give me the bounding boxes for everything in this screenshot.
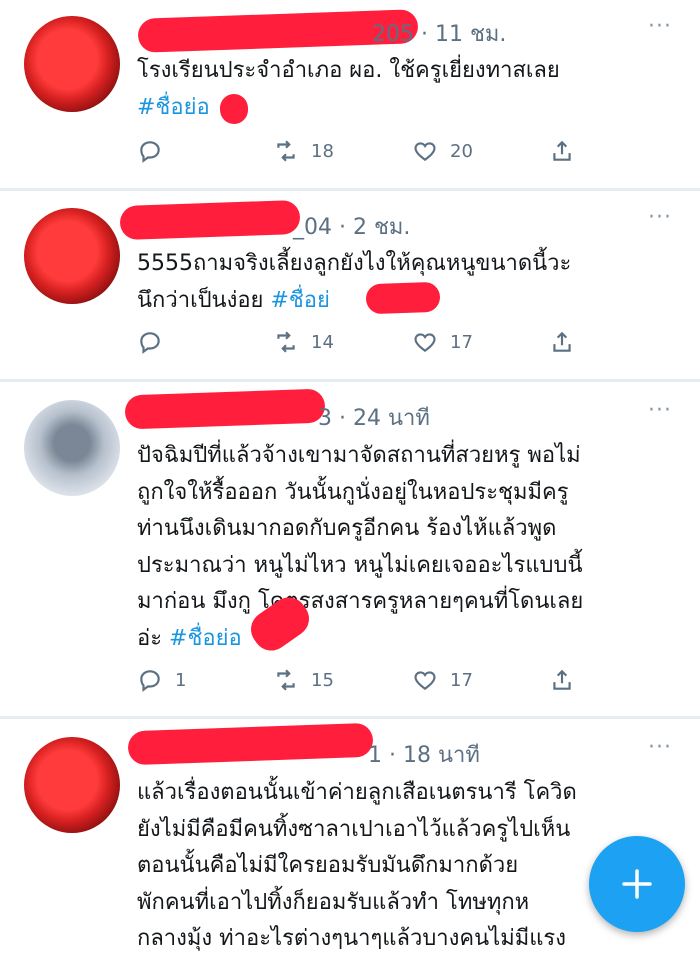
like-count: 17 [450,331,473,353]
like-button[interactable]: 17 [412,329,473,355]
avatar[interactable] [24,16,120,112]
retweet-icon [277,331,295,353]
retweet-icon [277,669,295,691]
retweet-button[interactable]: 18 [273,138,334,164]
reply-button[interactable] [137,138,175,164]
avatar[interactable] [24,737,120,833]
reply-count: 1 [175,669,187,691]
tweet-2[interactable]: _04 · 2 ชม. ··· 5555ถามจริงเลี้ยงลูกยังไ… [0,191,700,379]
like-count: 20 [450,140,473,162]
tweet-meta: 1 · 18 นาที [368,743,480,768]
tweet-actions: 14 17 [137,329,597,359]
compose-tweet-button[interactable] [589,836,685,932]
retweet-count: 18 [311,140,334,162]
hashtag-link[interactable]: #ชื่อย่ [270,288,329,313]
reply-button[interactable] [137,329,175,355]
tweet-actions: 1 15 17 [137,667,597,697]
tweet-text: โรงเรียนประจำอำเภอ ผอ. ใช้ครูเยี่ยงทาสเล… [137,58,560,120]
avatar[interactable] [24,208,120,304]
like-button[interactable]: 20 [412,138,473,164]
hashtag-link[interactable]: #ชื่อย่อ [137,95,210,120]
tweet-meta: 205 · 11 ชม. [372,22,507,47]
heart-icon [414,333,436,352]
reply-icon [140,670,160,692]
share-icon [553,140,571,161]
redaction-mark [127,722,374,766]
avatar[interactable] [24,400,120,496]
retweet-button[interactable]: 14 [273,329,334,355]
retweet-button[interactable]: 15 [273,667,334,693]
more-options-icon[interactable]: ··· [648,398,672,423]
reply-button[interactable]: 1 [137,667,186,693]
tweet-actions: 18 20 [137,138,597,168]
retweet-count: 14 [311,331,334,353]
tweet-1[interactable]: 205 · 11 ชม. ··· โรงเรียนประจำอำเภอ ผอ. … [0,0,700,188]
like-count: 17 [450,669,473,691]
share-button[interactable] [549,329,575,355]
share-icon [553,669,571,690]
tweet-4[interactable]: 1 · 18 นาที ··· แล้วเรื่องตอนนั้นเข้าค่า… [0,719,700,965]
reply-icon [140,332,160,354]
like-button[interactable]: 17 [412,667,473,693]
heart-icon [414,142,436,161]
plus-icon [622,869,652,899]
tweet-3[interactable]: SD 3 · 24 นาที ··· ปัจฉิมปีที่แล้วจ้างเข… [0,382,700,716]
retweet-icon [277,140,295,162]
more-options-icon[interactable]: ··· [648,735,672,760]
more-options-icon[interactable]: ··· [648,14,672,39]
heart-icon [414,671,436,690]
hashtag-link[interactable]: #ชื่อย่อ [169,626,242,651]
share-button[interactable] [549,138,575,164]
share-icon [553,331,571,352]
retweet-count: 15 [311,669,334,691]
tweet-meta: _04 · 2 ชม. [293,215,411,240]
more-options-icon[interactable]: ··· [648,205,672,230]
tweet-meta: 3 · 24 นาที [318,406,430,431]
share-button[interactable] [549,667,575,693]
redaction-mark [119,199,301,241]
redaction-mark [365,281,441,315]
reply-icon [140,141,160,163]
redaction-mark [124,388,326,430]
tweet-text: ปัจฉิมปีที่แล้วจ้างเขามาจัดสถานที่สวยหรู… [137,443,584,651]
